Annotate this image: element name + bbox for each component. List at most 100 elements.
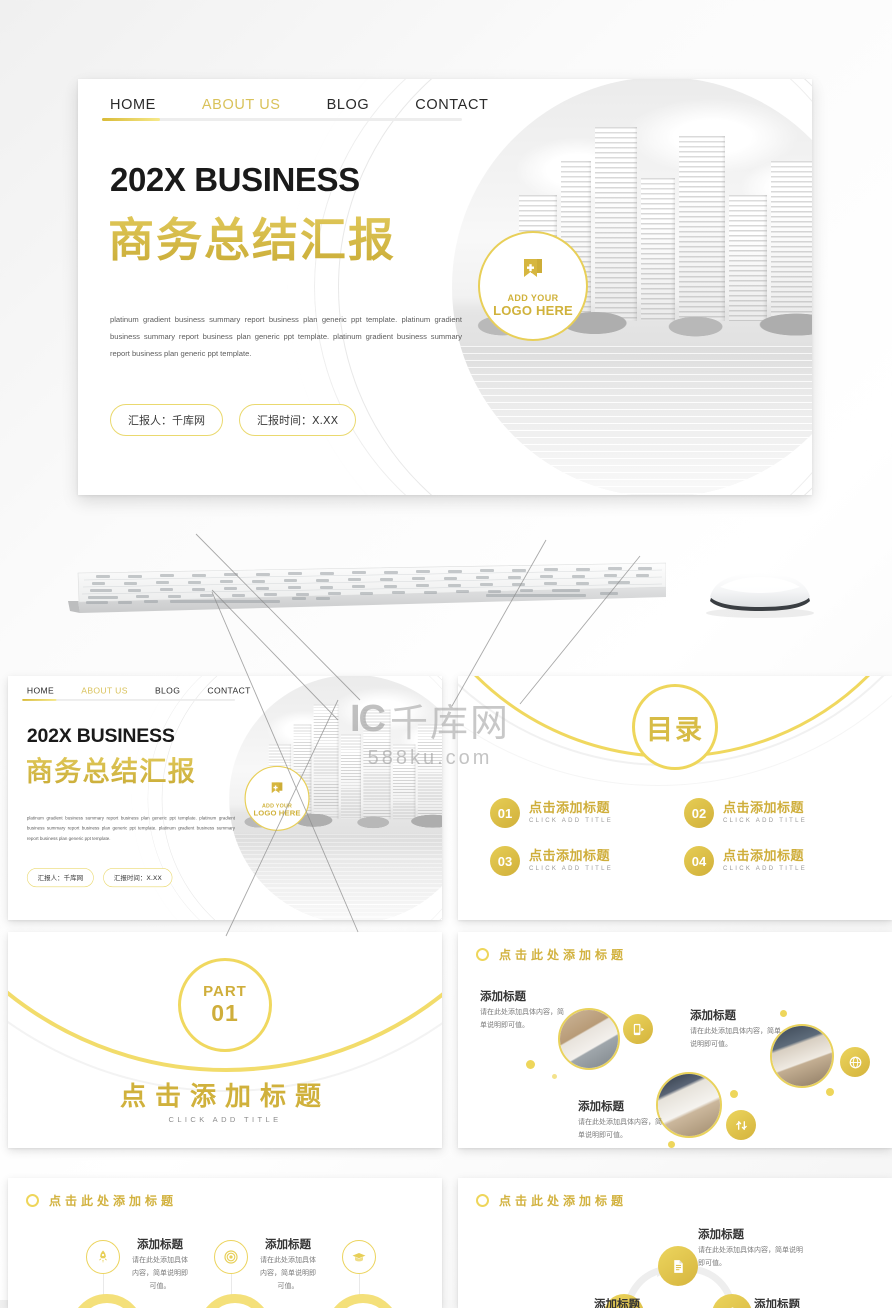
catalog-item-subtitle: CLICK ADD TITLE [529,865,614,872]
mini-title-cn: 商务总结汇报 [26,750,196,789]
add-logo-placeholder[interactable]: ADD YOUR LOGO HERE [478,231,588,341]
part-number: 01 [211,1000,239,1026]
photo-item-1-text: 添加标题 请在此处添加具体内容，简单说明即可值。 [480,988,568,1033]
thumbnail-slide-part[interactable]: PART 01 点击添加标题 CLICK ADD TITLE [8,932,442,1148]
logo-line-1: ADD YOUR [507,293,559,303]
up-down-arrows-icon [726,1110,756,1140]
catalog-item[interactable]: 01 点击添加标题 CLICK ADD TITLE [490,798,668,828]
icon-node-1 [86,1240,120,1296]
part-word: PART [203,983,247,1000]
icon-item-1-text: 添加标题 请在此处添加具体内容，简单说明即可值。 [130,1236,190,1294]
thumbnail-slide-cycle[interactable]: 点击此处添加标题 添加标题 请在此处添加具体内容，简单说明即可值。 添加标题 添… [458,1178,892,1308]
mini-nav-contact: CONTACT [207,686,251,697]
catalog-item-list: 01 点击添加标题 CLICK ADD TITLE 02 点击添加标题 CLIC… [490,798,862,876]
nav-item-blog[interactable]: BLOG [327,97,370,113]
catalog-item-title: 点击添加标题 [529,849,611,865]
catalog-item[interactable]: 04 点击添加标题 CLICK ADD TITLE [684,846,862,876]
slide-header-text: 点击此处添加标题 [499,948,628,962]
rocket-icon [86,1240,120,1274]
catalog-item-number: 04 [684,846,714,876]
catalog-item-number: 03 [490,846,520,876]
cycle-item-body: 请在此处添加具体内容，简单说明即可值。 [698,1247,803,1267]
globe-icon [840,1047,870,1077]
big-ring-3 [326,1294,400,1308]
decorative-dot [730,1090,738,1098]
icon-node-3 [342,1240,376,1296]
part-title-en: CLICK ADD TITLE [168,1115,282,1124]
part-title-cn: 点击添加标题 [119,1082,330,1112]
thumbnail-slide-catalog[interactable]: 目录 01 点击添加标题 CLICK ADD TITLE 02 点击添加标题 C… [458,676,892,920]
decorative-dot [526,1060,535,1069]
cycle-item-title: 添加标题 [594,1297,640,1308]
slide-header: 点击此处添加标题 [476,1192,627,1209]
mobile-hand-icon [623,1014,653,1044]
cycle-item-3-text: 添加标题 [754,1296,850,1308]
target-icon [214,1240,248,1274]
catalog-item-subtitle: CLICK ADD TITLE [529,817,614,824]
document-icon [658,1246,698,1286]
mini-title-en: 202X BUSINESS [26,724,175,747]
nav-item-about-us[interactable]: ABOUT US [202,97,281,113]
hero-title-cn: 商务总结汇报 [108,204,396,270]
photo-item-title: 添加标题 [690,1008,736,1022]
nav-item-contact[interactable]: CONTACT [415,97,488,113]
mouse-mockup [690,567,830,619]
icon-node-2 [214,1240,248,1296]
photo-item-body: 请在此处添加具体内容，简单说明即可值。 [480,1009,564,1029]
cycle-item-title: 添加标题 [754,1297,800,1308]
hero-meta-pills: 汇报人：千库网 汇报时间：X.XX [110,404,357,436]
cycle-item-title: 添加标题 [698,1227,744,1241]
mini-nav-blog: BLOG [154,686,181,697]
nav-underline [102,118,462,121]
photo-item-2-text: 添加标题 请在此处添加具体内容，简单说明即可值。 [690,1007,782,1052]
icon-item-title: 添加标题 [265,1237,311,1251]
decorative-dot [668,1141,675,1148]
slide-header: 点击此处添加标题 [26,1192,177,1209]
nav-item-home[interactable]: HOME [110,97,156,113]
decorative-dot [826,1088,834,1096]
ring-bullet-icon [476,948,489,961]
mini-nav-home: HOME [26,686,55,697]
catalog-item[interactable]: 03 点击添加标题 CLICK ADD TITLE [490,846,668,876]
hero-title-en: 202X BUSINESS [110,161,360,198]
mini-nav: HOME ABOUT US BLOG CONTACT [27,687,251,696]
reporter-pill[interactable]: 汇报人：千库网 [110,404,223,436]
thumbnail-slide-photos[interactable]: 点击此处添加标题 添加标题 请在此处添加具体内容，简单说明即可值。 添加标题 请… [458,932,892,1148]
mini-reporter-pill: 汇报人：千库网 [26,868,94,888]
catalog-item-subtitle: CLICK ADD TITLE [723,817,808,824]
photo-item-title: 添加标题 [480,989,526,1003]
photo-circle-3 [656,1072,722,1138]
catalog-item-subtitle: CLICK ADD TITLE [723,865,808,872]
bookmark-plus-icon [518,254,548,289]
catalog-title: 目录 [632,684,718,770]
big-ring-1 [70,1294,144,1308]
photo-item-3-text: 添加标题 请在此处添加具体内容，简单说明即可值。 [578,1098,662,1143]
cycle-item-1-text: 添加标题 请在此处添加具体内容，简单说明即可值。 [698,1226,808,1271]
keyboard-mockup [66,561,667,619]
ring-bullet-icon [476,1194,489,1207]
big-ring-2 [198,1294,272,1308]
catalog-item[interactable]: 02 点击添加标题 CLICK ADD TITLE [684,798,862,828]
thumbnail-slide-title[interactable]: HOME ABOUT US BLOG CONTACT 202X BUSINESS… [8,676,442,920]
ring-bullet-icon [26,1194,39,1207]
hero-slide: HOME ABOUT US BLOG CONTACT 202X BUSINESS… [78,79,812,495]
slide-header-text: 点击此处添加标题 [49,1194,178,1208]
icon-item-title: 添加标题 [137,1237,183,1251]
catalog-item-title: 点击添加标题 [723,801,805,817]
mini-logo-line-2: LOGO HERE [253,808,301,818]
logo-line-2: LOGO HERE [493,303,573,318]
hero-nav[interactable]: HOME ABOUT US BLOG CONTACT [110,97,488,113]
photo-item-body: 请在此处添加具体内容，简单说明即可值。 [578,1119,662,1139]
decorative-dot [552,1074,557,1079]
report-date-pill[interactable]: 汇报时间：X.XX [239,404,357,436]
slide-header: 点击此处添加标题 [476,946,627,963]
icon-item-2-text: 添加标题 请在此处添加具体内容，简单说明即可值。 [258,1236,318,1294]
icon-item-body: 请在此处添加具体内容，简单说明即可值。 [260,1257,316,1290]
mini-logo-placeholder: ADD YOUR LOGO HERE [244,765,310,831]
mini-date-pill: 汇报时间：X.XX [103,868,173,888]
poster-stage: HOME ABOUT US BLOG CONTACT 202X BUSINESS… [0,0,892,1308]
thumbnail-slide-icons[interactable]: 点击此处添加标题 添加标题 请在此处添加具体内容，简单说明即可值。 添加标题 请… [8,1178,442,1308]
catalog-item-title: 点击添加标题 [529,801,611,817]
graduation-cap-icon [342,1240,376,1274]
icon-item-body: 请在此处添加具体内容，简单说明即可值。 [132,1257,188,1290]
